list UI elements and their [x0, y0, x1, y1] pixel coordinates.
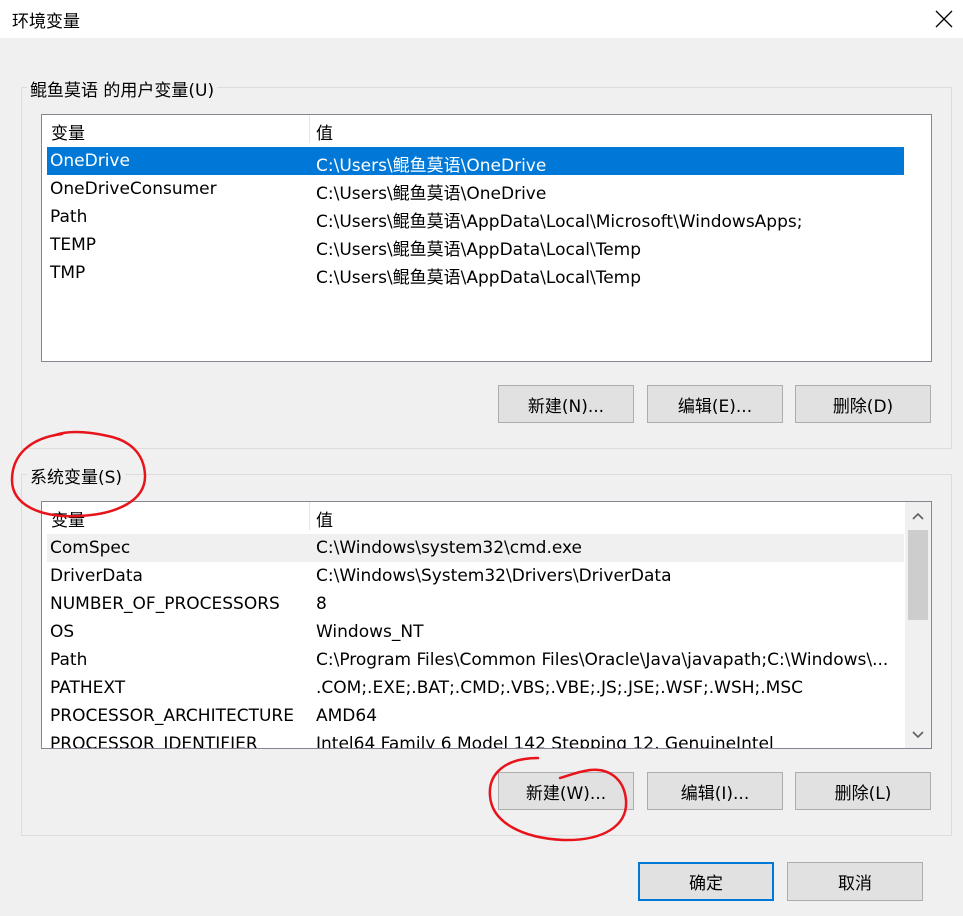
system-vars-list[interactable]: 变量 值 ComSpec C:\Windows\system32\cmd.exe… — [41, 501, 932, 749]
user-var-row-onedrive[interactable]: OneDrive C:\Users\鲲鱼莫语\OneDrive — [47, 147, 904, 176]
var-name: PROCESSOR_IDENTIFIER — [50, 734, 258, 749]
column-header-variable[interactable]: 变量 — [51, 119, 85, 144]
scroll-thumb[interactable] — [908, 530, 928, 620]
var-name: OneDriveConsumer — [50, 179, 217, 199]
scroll-down-button[interactable] — [905, 724, 931, 746]
var-name: Path — [50, 207, 88, 227]
column-header-value[interactable]: 值 — [316, 119, 333, 144]
user-var-row-tmp[interactable]: TMP C:\Users\鲲鱼莫语\AppData\Local\Temp — [47, 259, 904, 288]
list-header: 变量 值 — [42, 502, 931, 531]
var-value: C:\Windows\system32\cmd.exe — [316, 538, 583, 558]
scroll-up-button[interactable] — [905, 505, 931, 527]
column-header-value[interactable]: 值 — [316, 506, 333, 531]
var-name: TMP — [50, 263, 86, 283]
chevron-up-icon — [912, 512, 924, 520]
user-vars-label: 鲲鱼莫语 的用户变量(U) — [27, 76, 218, 101]
cancel-button[interactable]: 取消 — [787, 862, 923, 901]
chevron-down-icon — [912, 731, 924, 739]
var-name: TEMP — [50, 235, 97, 255]
var-name: OneDrive — [50, 151, 130, 171]
user-var-row-onedriveconsumer[interactable]: OneDriveConsumer C:\Users\鲲鱼莫语\OneDrive — [47, 175, 904, 204]
var-value: .COM;.EXE;.BAT;.CMD;.VBS;.VBE;.JS;.JSE;.… — [316, 678, 804, 698]
close-button[interactable] — [924, 0, 963, 38]
system-var-row-pathext[interactable]: PATHEXT .COM;.EXE;.BAT;.CMD;.VBS;.VBE;.J… — [47, 674, 904, 702]
var-value: 8 — [316, 594, 327, 614]
system-var-row-processor-architecture[interactable]: PROCESSOR_ARCHITECTURE AMD64 — [47, 702, 904, 730]
var-name: PROCESSOR_ARCHITECTURE — [50, 706, 294, 726]
user-var-row-temp[interactable]: TEMP C:\Users\鲲鱼莫语\AppData\Local\Temp — [47, 231, 904, 260]
var-name: ComSpec — [50, 538, 131, 558]
system-var-row-number-of-processors[interactable]: NUMBER_OF_PROCESSORS 8 — [47, 590, 904, 618]
var-name: OS — [50, 622, 75, 642]
system-new-button[interactable]: 新建(W)... — [498, 772, 634, 810]
system-var-row-os[interactable]: OS Windows_NT — [47, 618, 904, 646]
var-value: C:\Users\鲲鱼莫语\OneDrive — [316, 156, 547, 176]
var-name: NUMBER_OF_PROCESSORS — [50, 594, 280, 614]
var-value: C:\Users\鲲鱼莫语\AppData\Local\Temp — [316, 240, 642, 260]
column-divider[interactable] — [309, 502, 310, 530]
title-bar: 环境变量 — [0, 0, 963, 38]
user-var-row-path[interactable]: Path C:\Users\鲲鱼莫语\AppData\Local\Microso… — [47, 203, 904, 232]
window-title: 环境变量 — [12, 12, 80, 32]
list-header: 变量 值 — [42, 115, 931, 144]
var-value: AMD64 — [316, 706, 378, 726]
system-var-row-driverdata[interactable]: DriverData C:\Windows\System32\Drivers\D… — [47, 562, 904, 590]
user-edit-button[interactable]: 编辑(E)... — [647, 385, 783, 423]
user-delete-button[interactable]: 删除(D) — [795, 385, 931, 423]
var-value: C:\Users\鲲鱼莫语\AppData\Local\Microsoft\Wi… — [316, 212, 803, 232]
var-name: PATHEXT — [50, 678, 126, 698]
var-value: C:\Windows\System32\Drivers\DriverData — [316, 566, 672, 586]
system-delete-button[interactable]: 删除(L) — [795, 772, 931, 810]
var-name: Path — [50, 650, 88, 670]
close-icon — [935, 10, 952, 28]
var-value: C:\Program Files\Common Files\Oracle\Jav… — [316, 650, 889, 670]
system-var-row-comspec[interactable]: ComSpec C:\Windows\system32\cmd.exe — [47, 534, 904, 562]
user-vars-list[interactable]: 变量 值 OneDrive C:\Users\鲲鱼莫语\OneDrive One… — [41, 114, 932, 362]
column-divider[interactable] — [309, 115, 310, 143]
system-var-row-processor-identifier[interactable]: PROCESSOR_IDENTIFIER Intel64 Family 6 Mo… — [47, 730, 904, 749]
var-value: C:\Users\鲲鱼莫语\AppData\Local\Temp — [316, 268, 642, 288]
var-name: DriverData — [50, 566, 143, 586]
user-new-button[interactable]: 新建(N)... — [498, 385, 634, 423]
column-header-variable[interactable]: 变量 — [51, 506, 85, 531]
vertical-scrollbar[interactable] — [905, 502, 931, 748]
system-edit-button[interactable]: 编辑(I)... — [647, 772, 783, 810]
system-vars-label: 系统变量(S) — [27, 463, 126, 488]
ok-button[interactable]: 确定 — [638, 862, 774, 901]
var-value: Windows_NT — [316, 622, 424, 642]
system-var-row-path[interactable]: Path C:\Program Files\Common Files\Oracl… — [47, 646, 904, 674]
var-value: Intel64 Family 6 Model 142 Stepping 12, … — [316, 734, 774, 749]
var-value: C:\Users\鲲鱼莫语\OneDrive — [316, 184, 547, 204]
